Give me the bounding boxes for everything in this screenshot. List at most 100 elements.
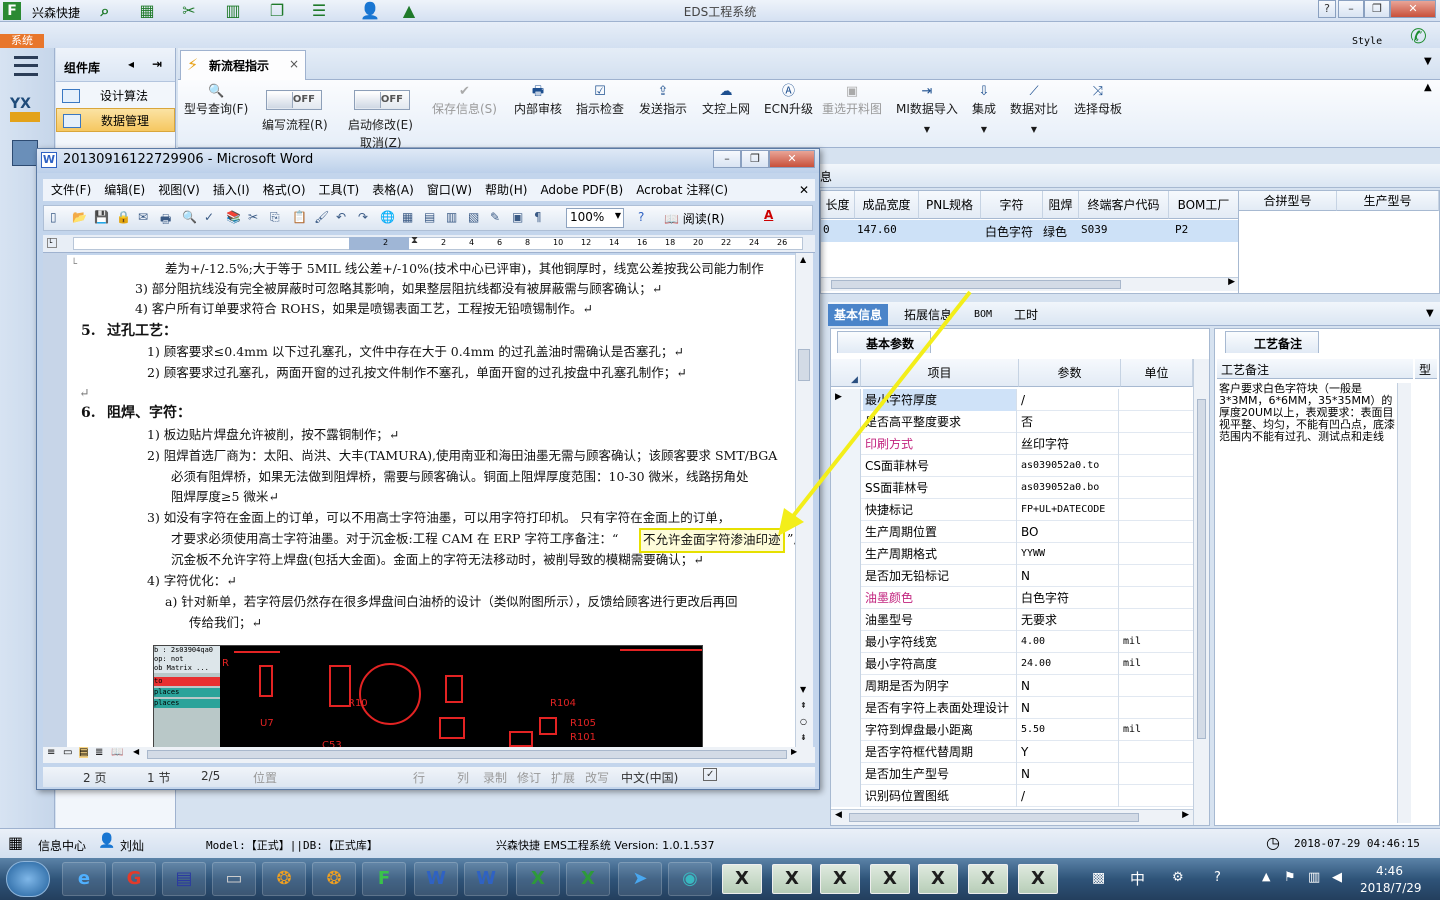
params-horizontal-scrollbar[interactable]: ◀ ▶ bbox=[831, 809, 1193, 825]
scroll-right-icon[interactable]: ▶ bbox=[791, 747, 797, 756]
hyperlink-icon[interactable]: 🌐 bbox=[380, 210, 395, 224]
browse-object-icon[interactable]: ○ bbox=[800, 717, 807, 726]
print-view-icon[interactable]: ▤ bbox=[79, 747, 89, 758]
scroll-up-icon[interactable]: ▲ bbox=[800, 255, 806, 264]
row-header[interactable] bbox=[831, 455, 861, 477]
row-header[interactable] bbox=[831, 433, 861, 455]
param-value[interactable]: as039052a0.to bbox=[1019, 455, 1119, 477]
outline-view-icon[interactable]: ≣ bbox=[95, 747, 103, 758]
columns-icon[interactable]: ▧ bbox=[468, 210, 479, 224]
tables-borders-icon[interactable]: ▦ bbox=[402, 210, 413, 224]
word-doc-close-icon[interactable]: ✕ bbox=[799, 179, 809, 201]
drawing-icon[interactable]: ✎ bbox=[490, 210, 500, 224]
ribbon-collapse-icon[interactable]: ▲ bbox=[1424, 82, 1432, 93]
param-row[interactable]: 是否字符框代替周期 Y bbox=[831, 741, 1193, 763]
col-header-param[interactable]: 参数 bbox=[1019, 359, 1121, 387]
param-value[interactable]: N bbox=[1019, 697, 1119, 719]
print-preview-icon[interactable]: 🔍 bbox=[182, 210, 197, 224]
ie-icon[interactable]: e bbox=[62, 862, 106, 896]
param-row[interactable]: 是否高平整度要求否 bbox=[831, 411, 1193, 433]
dropdown-icon[interactable]: ▼ bbox=[1010, 125, 1058, 134]
taskbar-date[interactable]: 2018/7/29 bbox=[1360, 881, 1422, 895]
help-button[interactable]: ? bbox=[1318, 0, 1336, 18]
info-center-label[interactable]: 信息中心 bbox=[38, 837, 86, 854]
h-scroll-thumb[interactable] bbox=[147, 750, 787, 759]
param-row[interactable]: 是否加无铅标记 N bbox=[831, 565, 1193, 587]
show-hide-icon[interactable]: ¶ bbox=[534, 210, 542, 224]
flag-icon[interactable]: ⚑ bbox=[1284, 870, 1296, 885]
param-value[interactable]: 24.00 bbox=[1019, 653, 1119, 675]
word-menu-item[interactable]: Adobe PDF(B) bbox=[540, 183, 623, 197]
tab-new-process[interactable]: ⚡ 新流程指示 × bbox=[180, 50, 306, 80]
write-flow-toggle[interactable]: OFF bbox=[266, 90, 322, 110]
system-tab[interactable]: 系统 bbox=[0, 34, 44, 48]
prev-page-icon[interactable]: ⇞ bbox=[800, 701, 807, 710]
row-header[interactable] bbox=[831, 741, 861, 763]
undo-icon[interactable]: ↶ bbox=[336, 210, 346, 224]
param-value[interactable]: BO bbox=[1019, 521, 1119, 543]
scroll-left-icon[interactable]: ◀ bbox=[133, 747, 139, 756]
row-header[interactable] bbox=[831, 719, 861, 741]
param-value[interactable]: N bbox=[1019, 565, 1119, 587]
menu-icon[interactable] bbox=[14, 56, 38, 76]
word-vertical-scrollbar[interactable]: ▲ ▼ ⇞ ○ ⇟ bbox=[795, 253, 813, 747]
params-vertical-scrollbar[interactable] bbox=[1193, 359, 1209, 825]
spelling-icon[interactable]: ✓ bbox=[703, 768, 718, 781]
horizontal-scrollbar[interactable]: ▶ bbox=[821, 277, 1239, 291]
tab-basic-params[interactable]: 基本参数 bbox=[837, 331, 932, 353]
tray-expand-icon[interactable]: ▲ bbox=[1262, 870, 1270, 883]
new-doc-icon[interactable]: ▯ bbox=[50, 210, 57, 224]
redo-icon[interactable]: ↷ bbox=[358, 210, 368, 224]
feather-icon[interactable]: ➤ bbox=[618, 862, 662, 896]
word-ruler[interactable]: └ 2 2 4 6 8 10 12 14 16 18 20 22 24 26 ⧗ bbox=[43, 235, 815, 253]
permission-icon[interactable]: 🔒 bbox=[116, 210, 131, 224]
param-value[interactable]: 丝印字符 bbox=[1019, 433, 1119, 455]
shell-icon[interactable]: ❂ bbox=[262, 862, 306, 896]
param-value[interactable]: YYWW bbox=[1019, 543, 1119, 565]
eds-app-icon[interactable]: F bbox=[362, 862, 406, 896]
indent-marker[interactable]: ⧗ bbox=[411, 235, 418, 246]
spelling-check-icon[interactable]: ✓ bbox=[204, 210, 214, 224]
tab-stop-icon[interactable]: └ bbox=[47, 238, 57, 248]
word-document-page[interactable]: 差为+/-12.5%;大于等于 5MIL 线公差+/-10%(技术中心已评审)，… bbox=[67, 255, 795, 747]
reading-mode-button[interactable]: 📖 阅读(R) bbox=[664, 210, 724, 227]
row-header[interactable] bbox=[831, 697, 861, 719]
param-value[interactable]: 否 bbox=[1019, 411, 1119, 433]
param-row[interactable]: 是否有字符上表面处理设计 N bbox=[831, 697, 1193, 719]
word-icon[interactable]: W bbox=[414, 862, 458, 896]
word-menu-item[interactable]: 文件(F) bbox=[51, 183, 91, 197]
close-button[interactable]: ✕ bbox=[1390, 0, 1436, 18]
overwrite-indicator[interactable]: 改写 bbox=[585, 769, 609, 786]
word-menu-item[interactable]: 窗口(W) bbox=[427, 183, 472, 197]
param-value[interactable]: N bbox=[1019, 763, 1119, 785]
taskbar-window-5[interactable]: X bbox=[918, 864, 958, 894]
select-motherboard-button[interactable]: ⤨ 选择母板 bbox=[1074, 84, 1122, 117]
ecn-upgrade-button[interactable]: Ⓐ ECN升级 bbox=[764, 84, 813, 117]
row-header[interactable] bbox=[831, 587, 861, 609]
col-header-char[interactable]: 字符 bbox=[981, 191, 1043, 219]
param-value[interactable]: 4.00 bbox=[1019, 631, 1119, 653]
param-value[interactable]: 白色字符 bbox=[1019, 587, 1119, 609]
tabs-dropdown-icon[interactable]: ▼ bbox=[1426, 308, 1434, 319]
word-menu-item[interactable]: 表格(A) bbox=[372, 183, 414, 197]
next-page-icon[interactable]: ⇟ bbox=[800, 733, 807, 742]
param-row[interactable]: 生产周期格式 YYWW bbox=[831, 543, 1193, 565]
yx-logo-icon[interactable]: YX bbox=[10, 96, 42, 128]
start-modify-toggle[interactable]: OFF bbox=[354, 90, 410, 110]
col-header-pnl[interactable]: PNL规格 bbox=[919, 191, 981, 219]
param-value[interactable]: 无要求 bbox=[1019, 609, 1119, 631]
remark-scrollbar[interactable] bbox=[1397, 383, 1411, 823]
phone-icon[interactable]: ✆ bbox=[1410, 24, 1427, 48]
param-row[interactable]: 是否加生产型号 N bbox=[831, 763, 1193, 785]
email-icon[interactable]: ✉ bbox=[138, 210, 148, 224]
normal-view-icon[interactable]: ≡ bbox=[47, 747, 55, 758]
dropdown-icon[interactable]: ▼ bbox=[972, 125, 996, 134]
tab-menu-icon[interactable]: ▼ bbox=[1424, 56, 1432, 67]
taskbar-window-2[interactable]: X bbox=[772, 864, 812, 894]
help-icon[interactable]: ? bbox=[638, 210, 644, 224]
restore-button[interactable]: ❐ bbox=[1364, 0, 1390, 18]
research-icon[interactable]: 📚 bbox=[226, 210, 241, 224]
scroll-thumb[interactable] bbox=[798, 349, 810, 381]
web-view-icon[interactable]: ▭ bbox=[63, 747, 72, 758]
param-row[interactable]: 油墨颜色 白色字符 bbox=[831, 587, 1193, 609]
